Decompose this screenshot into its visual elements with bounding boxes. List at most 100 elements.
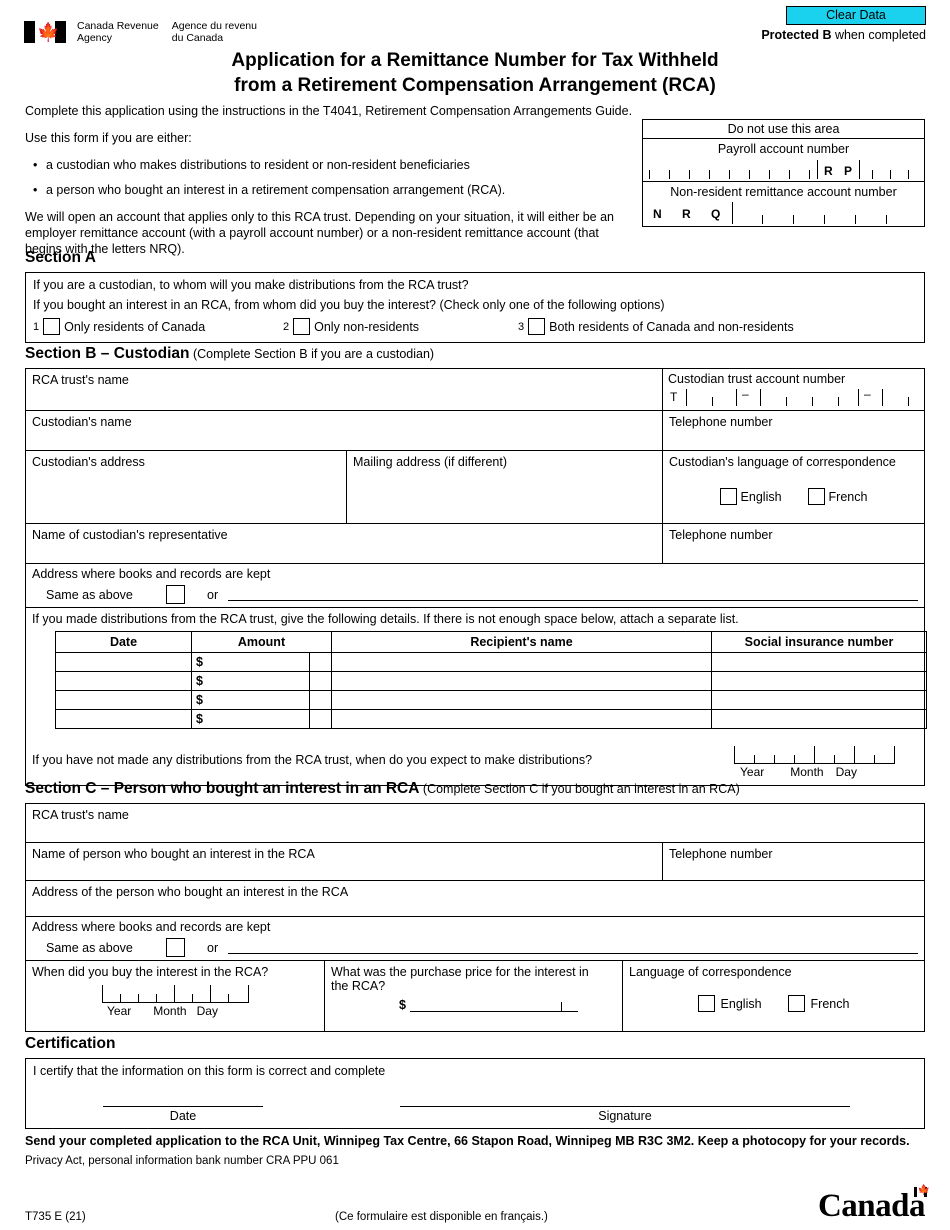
section-c-row-person-name: Name of person who bought an interest in… xyxy=(26,842,924,880)
cell-sin[interactable] xyxy=(711,690,927,710)
distributions-instruction: If you made distributions from the RCA t… xyxy=(32,612,739,626)
option-1-checkbox[interactable] xyxy=(43,318,61,335)
option-2-number: 2 xyxy=(283,320,290,333)
cell-recipient[interactable] xyxy=(331,709,712,729)
cell-amount-cents[interactable] xyxy=(309,690,332,710)
certification-date-input[interactable] xyxy=(103,1106,263,1107)
clear-data-button[interactable]: Clear Data xyxy=(786,6,926,25)
person-address-field[interactable]: Address of the person who bought an inte… xyxy=(26,880,924,916)
col-sin: Social insurance number xyxy=(711,631,927,653)
books-records-input-c[interactable] xyxy=(228,942,918,954)
agency-name-en: Canada Revenue Agency xyxy=(77,20,159,44)
option-2-checkbox[interactable] xyxy=(293,318,311,335)
cell-amount-cents[interactable] xyxy=(309,652,332,672)
person-name-field[interactable]: Name of person who bought an interest in… xyxy=(26,843,662,880)
custodian-telephone-field[interactable]: Telephone number xyxy=(662,411,924,450)
cell-sin[interactable] xyxy=(711,709,927,729)
certification-signature-input[interactable] xyxy=(400,1106,850,1107)
nonresident-account-input[interactable]: N R Q xyxy=(647,200,920,224)
section-c-trust-name-field[interactable]: RCA trust's name xyxy=(26,804,924,842)
books-records-input-b[interactable] xyxy=(228,589,918,601)
same-as-above-checkbox-b[interactable] xyxy=(166,585,185,604)
cell-recipient[interactable] xyxy=(331,652,712,672)
cell-amount-cents[interactable] xyxy=(309,709,332,729)
protected-b-notice: Protected B when completed xyxy=(761,28,926,42)
section-c-language-field: Language of correspondence English Frenc… xyxy=(622,961,924,1031)
section-a-heading: Section A xyxy=(25,249,96,266)
section-a-question-2: If you bought an interest in an RCA, fro… xyxy=(33,298,665,312)
rca-trust-name-field[interactable]: RCA trust's name xyxy=(26,369,662,410)
nrq-q-label: Q xyxy=(711,207,721,221)
amount-dollar-sign: $ xyxy=(196,712,203,726)
payroll-account-input[interactable]: R P xyxy=(647,157,920,179)
person-french-label: French xyxy=(810,996,850,1011)
custodian-trust-account-input[interactable]: T – – xyxy=(668,387,919,406)
purchase-price-label-line1: What was the purchase price for the inte… xyxy=(331,965,589,979)
nrq-r-label: R xyxy=(682,207,691,221)
cell-date[interactable] xyxy=(55,690,192,710)
cell-recipient[interactable] xyxy=(331,671,712,691)
custodian-english-checkbox[interactable] xyxy=(719,488,737,505)
person-french-checkbox[interactable] xyxy=(787,995,805,1012)
bought-day-label: Day xyxy=(196,1004,218,1018)
option-2-label: Only non-residents xyxy=(314,319,420,334)
section-a-option-3[interactable]: 3 Both residents of Canada and non-resid… xyxy=(518,318,794,335)
bought-year-label: Year xyxy=(107,1004,132,1018)
section-b: Section B – Custodian (Complete Section … xyxy=(25,345,927,786)
cra-logo: 🍁 Canada Revenue Agency Agence du revenu… xyxy=(24,20,270,44)
mailing-address-field[interactable]: Mailing address (if different) xyxy=(346,451,662,523)
protected-b-label: Protected B xyxy=(761,28,832,42)
expect-distributions-question: If you have not made any distributions f… xyxy=(32,753,593,767)
cell-recipient[interactable] xyxy=(331,690,712,710)
custodian-address-field[interactable]: Custodian's address xyxy=(26,451,346,523)
custodian-name-field[interactable]: Custodian's name xyxy=(26,411,662,450)
same-as-above-checkbox-c[interactable] xyxy=(166,938,185,957)
representative-name-field[interactable]: Name of custodian's representative xyxy=(26,524,662,563)
custodian-french-checkbox[interactable] xyxy=(807,488,825,505)
cell-amount[interactable]: $ xyxy=(191,709,310,729)
cell-date[interactable] xyxy=(55,652,192,672)
section-a-option-2[interactable]: 2 Only non-residents xyxy=(283,318,518,335)
option-3-checkbox[interactable] xyxy=(528,318,546,335)
privacy-notice: Privacy Act, personal information bank n… xyxy=(25,1155,339,1167)
cell-sin[interactable] xyxy=(711,671,927,691)
table-row: $ xyxy=(55,671,927,691)
cell-sin[interactable] xyxy=(711,652,927,672)
cell-amount-cents[interactable] xyxy=(309,671,332,691)
cell-date[interactable] xyxy=(55,709,192,729)
same-as-above-label-b: Same as above xyxy=(46,587,133,602)
representative-telephone-field[interactable]: Telephone number xyxy=(662,524,924,563)
cell-amount[interactable]: $ xyxy=(191,671,310,691)
custodian-telephone-label: Telephone number xyxy=(669,415,773,429)
cell-date[interactable] xyxy=(55,671,192,691)
expect-date-input[interactable] xyxy=(718,744,918,764)
representative-telephone-label: Telephone number xyxy=(669,528,773,542)
option-1-label: Only residents of Canada xyxy=(64,319,206,334)
cell-amount[interactable]: $ xyxy=(191,652,310,672)
bought-month-label: Month xyxy=(153,1004,187,1018)
amount-dollar-sign: $ xyxy=(196,693,203,707)
person-telephone-field[interactable]: Telephone number xyxy=(662,843,924,880)
table-row: $ xyxy=(55,690,927,710)
intro-bullet-2: a person who bought an interest in a ret… xyxy=(33,182,635,198)
purchase-price-dollar-sign: $ xyxy=(399,998,406,1012)
footer: Send your completed application to the R… xyxy=(25,1134,930,1223)
certification-section: Certification I certify that the informa… xyxy=(25,1035,925,1129)
trust-prefix-label: T xyxy=(670,390,678,404)
purchase-price-field: What was the purchase price for the inte… xyxy=(324,961,622,1031)
canada-flag-wordmark-icon: 🍁 xyxy=(914,1186,930,1197)
expect-date-field[interactable]: Year Month Day xyxy=(718,744,918,779)
purchase-price-input[interactable] xyxy=(409,997,578,1012)
custodian-trust-account-field[interactable]: Custodian trust account number T – – xyxy=(662,369,924,410)
form-page: Clear Data Protected B when completed 🍁 … xyxy=(0,0,950,1230)
person-name-label: Name of person who bought an interest in… xyxy=(32,847,315,861)
books-records-label-b: Address where books and records are kept xyxy=(32,567,271,581)
when-bought-date-input[interactable]: Year Month Day xyxy=(102,983,262,1018)
section-a-option-1[interactable]: 1 Only residents of Canada xyxy=(33,318,283,335)
nonresident-account-section: Non-resident remittance account number N… xyxy=(643,182,924,224)
rca-trust-name-label-c: RCA trust's name xyxy=(32,808,129,822)
protected-b-suffix: when completed xyxy=(831,28,926,42)
expect-day-label: Day xyxy=(835,765,857,779)
person-english-checkbox[interactable] xyxy=(697,995,715,1012)
cell-amount[interactable]: $ xyxy=(191,690,310,710)
